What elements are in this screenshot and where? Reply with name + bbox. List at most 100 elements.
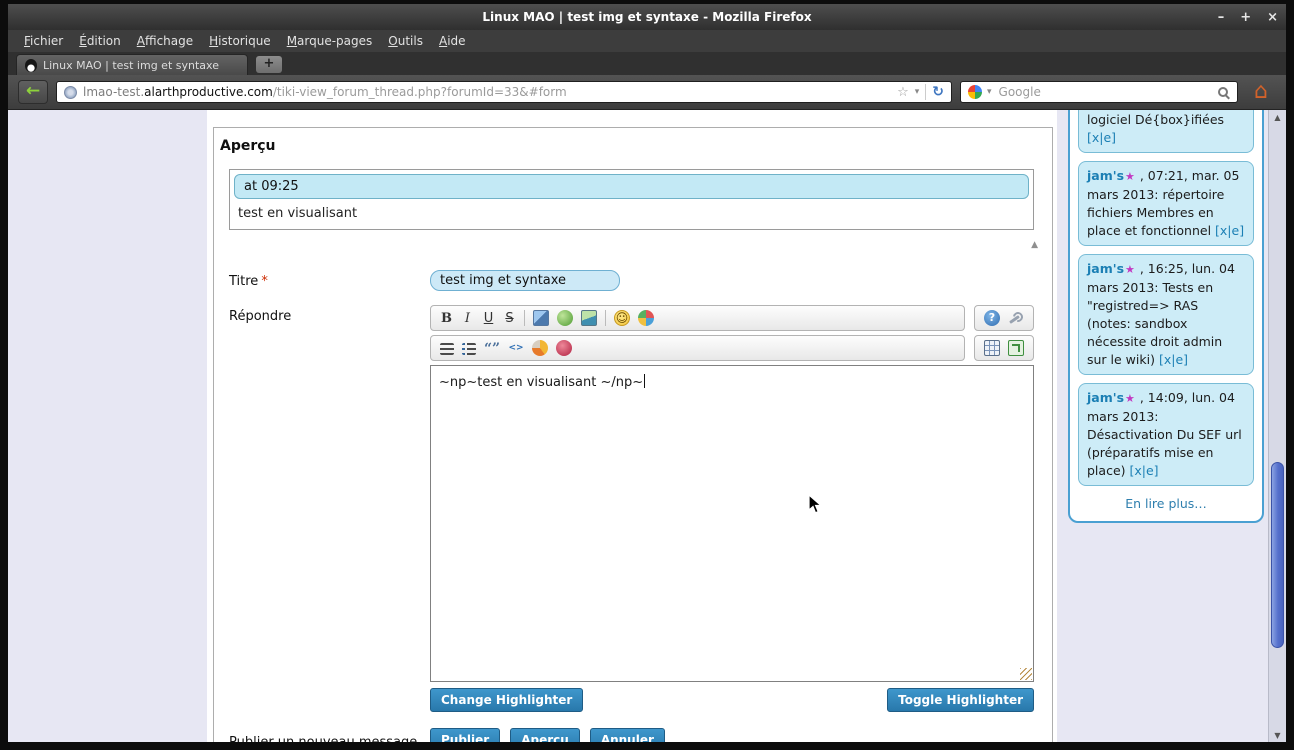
search-input[interactable] [996, 84, 1212, 100]
align-icon[interactable] [440, 343, 454, 355]
table-icon[interactable] [984, 340, 1000, 356]
editor-toolbar-row1: B I U S [430, 305, 1034, 331]
maximize-button[interactable]: + [1240, 10, 1251, 25]
content-box: Aperçu at 09:25 test en visualisant ▲ Ti… [213, 127, 1053, 742]
toggle-highlighter-button[interactable]: Toggle Highlighter [887, 688, 1034, 713]
code-icon[interactable] [508, 340, 524, 356]
url-subdomain: lmao-test. [83, 85, 145, 99]
post-actions-link[interactable]: [x|e] [1087, 130, 1116, 145]
preview-time: at 09:25 [234, 174, 1029, 199]
read-more-link[interactable]: En lire plus… [1078, 494, 1254, 513]
star-icon: ★ [1125, 392, 1135, 405]
magnifier-icon[interactable] [1217, 86, 1230, 99]
quote-icon[interactable] [484, 340, 500, 356]
url-bar[interactable]: lmao-test.alarthproductive.com/tiki-view… [56, 81, 952, 103]
underline-button[interactable]: U [482, 311, 495, 326]
url-divider [925, 84, 927, 100]
google-icon [968, 85, 982, 99]
mouse-cursor [808, 494, 823, 514]
reply-textarea[interactable]: ~np~test en visualisant ~/np~ [430, 365, 1034, 682]
post-text: catégories du portail logiciel Dé{box}if… [1087, 112, 1225, 127]
star-icon: ★ [1125, 170, 1135, 183]
reply-text: ~np~test en visualisant ~/np~ [439, 375, 644, 390]
title-input[interactable] [430, 270, 620, 291]
editor-toolbar-row2 [430, 335, 1034, 361]
window-title: Linux MAO | test img et syntaxe - Mozill… [482, 10, 812, 24]
menu-outils[interactable]: Outils [380, 32, 431, 50]
back-button[interactable]: ← [18, 80, 48, 104]
collapse-arrow-icon[interactable]: ▲ [1031, 238, 1038, 252]
sidebar-post: catégories du portail logiciel Dé{box}if… [1078, 110, 1254, 153]
menu-marque-pages[interactable]: Marque-pages [279, 32, 381, 50]
window-controls: – + × [1218, 4, 1278, 30]
menu-historique[interactable]: Historique [201, 32, 279, 50]
menu-edition[interactable]: Édition [71, 32, 129, 50]
bookmark-star-icon[interactable]: ☆ [897, 85, 909, 100]
required-asterisk: * [261, 274, 268, 289]
publish-row: Publier un nouveau message Publier Aperç… [214, 728, 1052, 742]
close-button[interactable]: × [1267, 10, 1278, 25]
menubar: Fichier Édition Affichage Historique Mar… [8, 30, 1286, 52]
image-icon[interactable] [533, 310, 549, 326]
menu-aide[interactable]: Aide [431, 32, 474, 50]
scroll-down-button[interactable]: ▼ [1269, 728, 1286, 742]
url-text: lmao-test.alarthproductive.com/tiki-view… [83, 85, 567, 99]
bold-button[interactable]: B [440, 311, 453, 326]
tab-title: Linux MAO | test img et syntaxe [43, 58, 219, 72]
preview-button[interactable]: Aperçu [510, 728, 580, 742]
text-caret [644, 374, 646, 388]
toolbar-help-group [974, 305, 1034, 331]
link-icon[interactable] [557, 310, 573, 326]
site-icon [64, 85, 77, 99]
toolbar-table-group [974, 335, 1034, 361]
post-actions-link[interactable]: [x|e] [1129, 463, 1158, 478]
titlebar[interactable]: Linux MAO | test img et syntaxe - Mozill… [8, 4, 1286, 30]
scroll-thumb[interactable] [1271, 462, 1284, 648]
author-link[interactable]: jam's [1087, 390, 1124, 405]
fullscreen-icon[interactable] [1008, 340, 1024, 356]
tab-active[interactable]: Linux MAO | test img et syntaxe [16, 54, 248, 75]
sidebar-post: jam's★ , 16:25, lun. 04 mars 2013: Tests… [1078, 254, 1254, 375]
special-char-icon[interactable] [556, 340, 572, 356]
sidebar-post: jam's★ , 14:09, lun. 04 mars 2013: Désac… [1078, 383, 1254, 486]
change-highlighter-button[interactable]: Change Highlighter [430, 688, 584, 713]
author-link[interactable]: jam's [1087, 261, 1124, 276]
gallery-icon[interactable] [581, 310, 597, 326]
list-icon[interactable] [462, 343, 476, 355]
search-engine-dropdown-icon[interactable]: ▾ [987, 87, 992, 97]
reload-icon[interactable]: ↻ [932, 84, 944, 100]
preview-body: test en visualisant [238, 206, 358, 221]
editor: B I U S ☺ ? “” <> ~np~test en visualisan… [430, 305, 1034, 713]
home-button[interactable]: ⌂ [1246, 79, 1276, 105]
plugin-icon[interactable] [638, 310, 654, 326]
help-icon[interactable] [984, 310, 1000, 326]
tux-favicon [25, 58, 37, 72]
post-actions-link[interactable]: [x|e] [1159, 352, 1188, 367]
scrollbar[interactable]: ▲ ▼ [1268, 110, 1286, 742]
minimize-button[interactable]: – [1218, 10, 1225, 25]
post-actions-link[interactable]: [x|e] [1215, 223, 1244, 238]
toolbar-block-group [430, 335, 965, 361]
title-label: Titre [229, 274, 259, 289]
strikethrough-button[interactable]: S [503, 311, 516, 326]
wrench-icon[interactable] [1008, 310, 1024, 326]
author-link[interactable]: jam's [1087, 168, 1124, 183]
new-tab-button[interactable]: + [256, 56, 282, 73]
color-icon[interactable] [532, 340, 548, 356]
resize-grip[interactable] [1020, 668, 1032, 680]
smiley-icon[interactable] [614, 310, 630, 326]
menu-fichier[interactable]: Fichier [16, 32, 71, 50]
url-domain: alarthproductive.com [144, 85, 273, 99]
toolbar-separator [605, 310, 606, 326]
search-bar[interactable]: ▾ [960, 81, 1238, 103]
back-arrow-icon: ← [25, 80, 41, 101]
scroll-up-button[interactable]: ▲ [1269, 110, 1286, 124]
menu-affichage[interactable]: Affichage [129, 32, 201, 50]
italic-button[interactable]: I [461, 311, 474, 326]
reply-row: Répondre B I U S ☺ ? “” <> ~np~test en v… [214, 305, 1052, 713]
url-dropdown-icon[interactable]: ▾ [915, 87, 920, 97]
cancel-button[interactable]: Annuler [589, 728, 665, 742]
home-icon: ⌂ [1254, 79, 1268, 104]
toolbar-separator [524, 310, 525, 326]
publish-button[interactable]: Publier [430, 728, 501, 742]
